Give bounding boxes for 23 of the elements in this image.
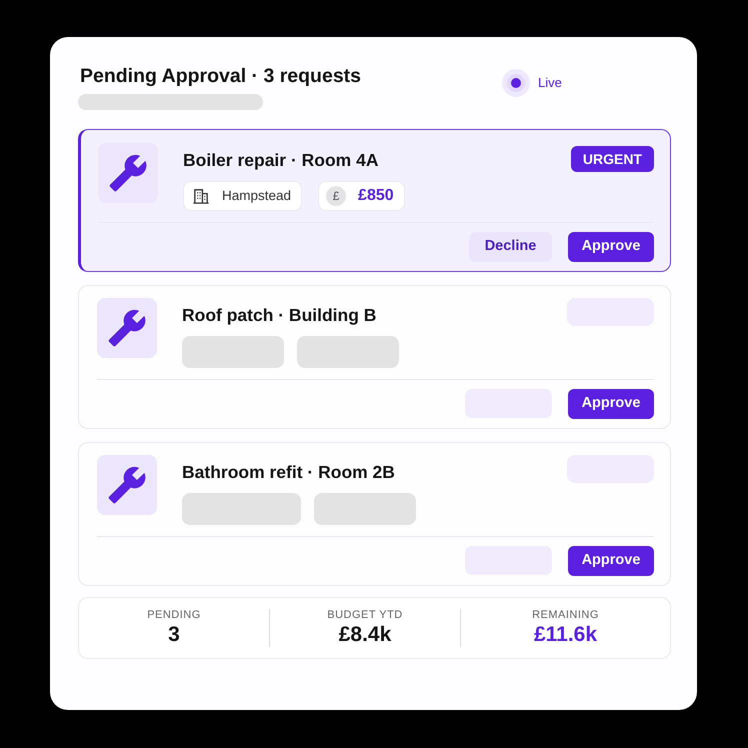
stat-value: £11.6k <box>532 622 598 648</box>
request-title: Bathroom refit · Room 2B <box>182 461 396 483</box>
panel-title: Pending Approval · 3 requests <box>80 64 361 88</box>
status-label: Live <box>538 74 562 92</box>
wrench-icon <box>98 143 158 203</box>
location-text: Hampstead <box>222 186 292 205</box>
stat-label: BUDGET YTD <box>326 608 404 622</box>
stat-value: £8.4k <box>338 622 392 648</box>
stat-label: REMAINING <box>531 608 600 622</box>
amount-text: £850 <box>358 186 394 206</box>
building-icon <box>192 187 210 205</box>
approve-button[interactable]: Approve <box>568 546 654 576</box>
wrench-icon <box>97 298 157 358</box>
currency-symbol: £ <box>326 186 346 206</box>
approve-button[interactable]: Approve <box>568 232 654 262</box>
approve-button[interactable]: Approve <box>568 389 654 419</box>
decline-button[interactable]: Decline <box>469 232 552 262</box>
request-title: Boiler repair · Room 4A <box>183 149 380 171</box>
wrench-icon <box>97 455 157 515</box>
urgent-badge: URGENT <box>570 146 654 172</box>
stat-value: 3 <box>167 622 181 648</box>
request-title: Roof patch · Building B <box>182 304 378 326</box>
stat-label: PENDING <box>146 608 202 622</box>
